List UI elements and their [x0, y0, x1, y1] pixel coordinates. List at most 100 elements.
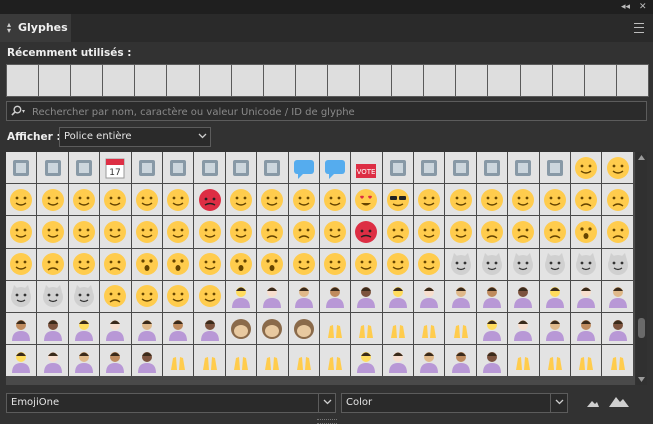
glyph-cell-rage[interactable]: [351, 216, 382, 248]
glyph-cell-person-pout-tan[interactable]: [100, 345, 131, 377]
close-icon[interactable]: ✕: [639, 1, 647, 13]
glyph-cell-ok-woman[interactable]: [382, 280, 414, 312]
glyph-cell-anguished[interactable]: [539, 216, 571, 248]
glyph-cell-spiral-notepad[interactable]: [68, 152, 100, 184]
scroll-down-icon[interactable]: [638, 377, 645, 382]
glyph-cell-smiley-cat[interactable]: [508, 248, 539, 280]
glyph-cell-person-frown-light[interactable]: [508, 312, 539, 345]
recent-glyph-slot[interactable]: [135, 65, 167, 96]
glyph-cell-smile-cat[interactable]: [445, 248, 476, 280]
glyph-cell-raised-hands-light[interactable]: [351, 312, 382, 345]
recent-glyph-slot[interactable]: [231, 65, 263, 96]
glyph-cell-map-of-japan[interactable]: [508, 152, 539, 184]
glyph-cell-scream-cat[interactable]: [68, 280, 100, 312]
glyph-cell-astonished[interactable]: [257, 248, 288, 280]
glyph-cell-pray-medium[interactable]: [225, 345, 257, 377]
glyph-cell-hammer-wrench[interactable]: [194, 152, 225, 184]
glyph-cell-raising-hand-dark[interactable]: [37, 312, 68, 345]
glyph-cell-wink[interactable]: [225, 184, 257, 216]
glyph-cell-ok-woman-tan[interactable]: [476, 280, 508, 312]
glyph-cell-speaking-head[interactable]: [257, 152, 288, 184]
glyph-cell-smirk-cat[interactable]: [571, 248, 602, 280]
glyph-cell-hear-no-evil[interactable]: [257, 312, 288, 345]
recent-glyph-slot[interactable]: [360, 65, 392, 96]
glyph-cell-raised-hands[interactable]: [319, 312, 351, 345]
glyph-cell-grinning[interactable]: [571, 152, 602, 184]
scroll-up-icon[interactable]: [638, 155, 645, 160]
glyph-cell-speech-balloon[interactable]: [288, 152, 319, 184]
glyph-cell-mount-fuji[interactable]: [414, 152, 445, 184]
glyph-cell-old-key[interactable]: [162, 152, 194, 184]
font-family-select[interactable]: EmojiOne: [6, 393, 336, 413]
scrollbar-thumb[interactable]: [638, 318, 645, 338]
glyph-cell-sleepy[interactable]: [6, 248, 37, 280]
glyph-cell-crying-cat[interactable]: [37, 280, 68, 312]
recent-glyph-slot[interactable]: [616, 65, 648, 96]
glyph-cell-person-frown-dark[interactable]: [602, 312, 633, 345]
glyph-cell-joy-cat[interactable]: [476, 248, 508, 280]
tab-glyphes[interactable]: ▴ ▾ Glyphes: [0, 14, 71, 42]
zoom-in-large-mountains-icon[interactable]: [608, 395, 630, 408]
glyph-cell-newspaper[interactable]: [131, 152, 162, 184]
glyph-cell-kissing-closed-eyes[interactable]: [131, 216, 162, 248]
recent-glyph-slot[interactable]: [263, 65, 295, 96]
glyph-cell-laughing[interactable]: [131, 184, 162, 216]
resize-grip[interactable]: [317, 419, 337, 424]
glyph-cell-woman-light[interactable]: [382, 345, 414, 377]
glyph-cell-person-pout[interactable]: [6, 345, 37, 377]
glyph-cell-statue-of-liberty[interactable]: [476, 152, 508, 184]
collapse-panel-icon[interactable]: ◂◂: [621, 1, 630, 13]
recent-glyph-slot[interactable]: [7, 65, 39, 96]
recent-glyph-slot[interactable]: [424, 65, 456, 96]
glyph-cell-person-frown[interactable]: [476, 312, 508, 345]
glyph-cell-raising-hand[interactable]: [539, 280, 571, 312]
glyph-cell-raising-hand-tan[interactable]: [6, 312, 37, 345]
recent-glyph-slot[interactable]: [327, 65, 360, 96]
glyph-cell-blush[interactable]: [257, 184, 288, 216]
glyph-cell-no-good-medium[interactable]: [288, 280, 319, 312]
glyph-cell-pray-light[interactable]: [194, 345, 225, 377]
recent-glyph-slot[interactable]: [199, 65, 231, 96]
glyph-cell-cold-sweat[interactable]: [194, 248, 225, 280]
glyph-cell-tokyo-tower[interactable]: [445, 152, 476, 184]
glyph-cell-open-mouth[interactable]: [131, 248, 162, 280]
glyph-cell-file-cabinet[interactable]: [6, 152, 37, 184]
glyph-cell-no-good-light[interactable]: [257, 280, 288, 312]
glyph-cell-smirk[interactable]: [414, 184, 445, 216]
glyph-cell-triumph[interactable]: [445, 216, 476, 248]
glyph-cell-wastebasket[interactable]: [37, 152, 68, 184]
glyph-cell-tongue-wink[interactable]: [194, 216, 225, 248]
glyph-cell-no-good[interactable]: [225, 280, 257, 312]
search-dropdown-icon[interactable]: ▾: [22, 108, 25, 115]
glyph-cell-speak-no-evil[interactable]: [288, 312, 319, 345]
glyph-cell-bow[interactable]: [68, 312, 100, 345]
glyph-cell-fearful[interactable]: [571, 216, 602, 248]
glyph-cell-disappointed-relieved[interactable]: [476, 216, 508, 248]
glyph-cell-person-pout-dark[interactable]: [131, 345, 162, 377]
glyph-cell-angry[interactable]: [319, 216, 351, 248]
glyph-cell-no-mouth[interactable]: [382, 248, 414, 280]
glyph-cell-calendar-17[interactable]: 17: [100, 152, 131, 184]
glyph-cell-unamused[interactable]: [508, 184, 539, 216]
glyph-cell-expressionless[interactable]: [476, 184, 508, 216]
glyph-cell-ballot-box[interactable]: VOTE: [351, 152, 382, 184]
search-input[interactable]: [30, 103, 634, 121]
glyph-cell-raised-hands-medium[interactable]: [382, 312, 414, 345]
glyph-cell-kissing[interactable]: [37, 216, 68, 248]
glyph-cell-cry[interactable]: [382, 216, 414, 248]
glyph-cell-see-no-evil[interactable]: [225, 312, 257, 345]
glyph-cell-mask[interactable]: [414, 248, 445, 280]
glyph-cell-pouting-cat[interactable]: [6, 280, 37, 312]
glyph-cell-woman-blond[interactable]: [351, 345, 382, 377]
glyph-cell-person-frown-tan[interactable]: [571, 312, 602, 345]
glyph-cell-smiling-imp[interactable]: [194, 184, 225, 216]
glyph-search-box[interactable]: ▾: [6, 101, 647, 121]
glyph-cell-sweat-smile[interactable]: [100, 184, 131, 216]
glyph-cell-bow-tan[interactable]: [162, 312, 194, 345]
glyph-cell-no-good-tan[interactable]: [319, 280, 351, 312]
glyph-cell-pray-4[interactable]: [571, 345, 602, 377]
glyph-cell-rolling-eyes[interactable]: [194, 280, 225, 312]
glyph-cell-pray[interactable]: [162, 345, 194, 377]
glyph-cell-tongue-out[interactable]: [162, 216, 194, 248]
glyph-cell-hushed[interactable]: [162, 248, 194, 280]
